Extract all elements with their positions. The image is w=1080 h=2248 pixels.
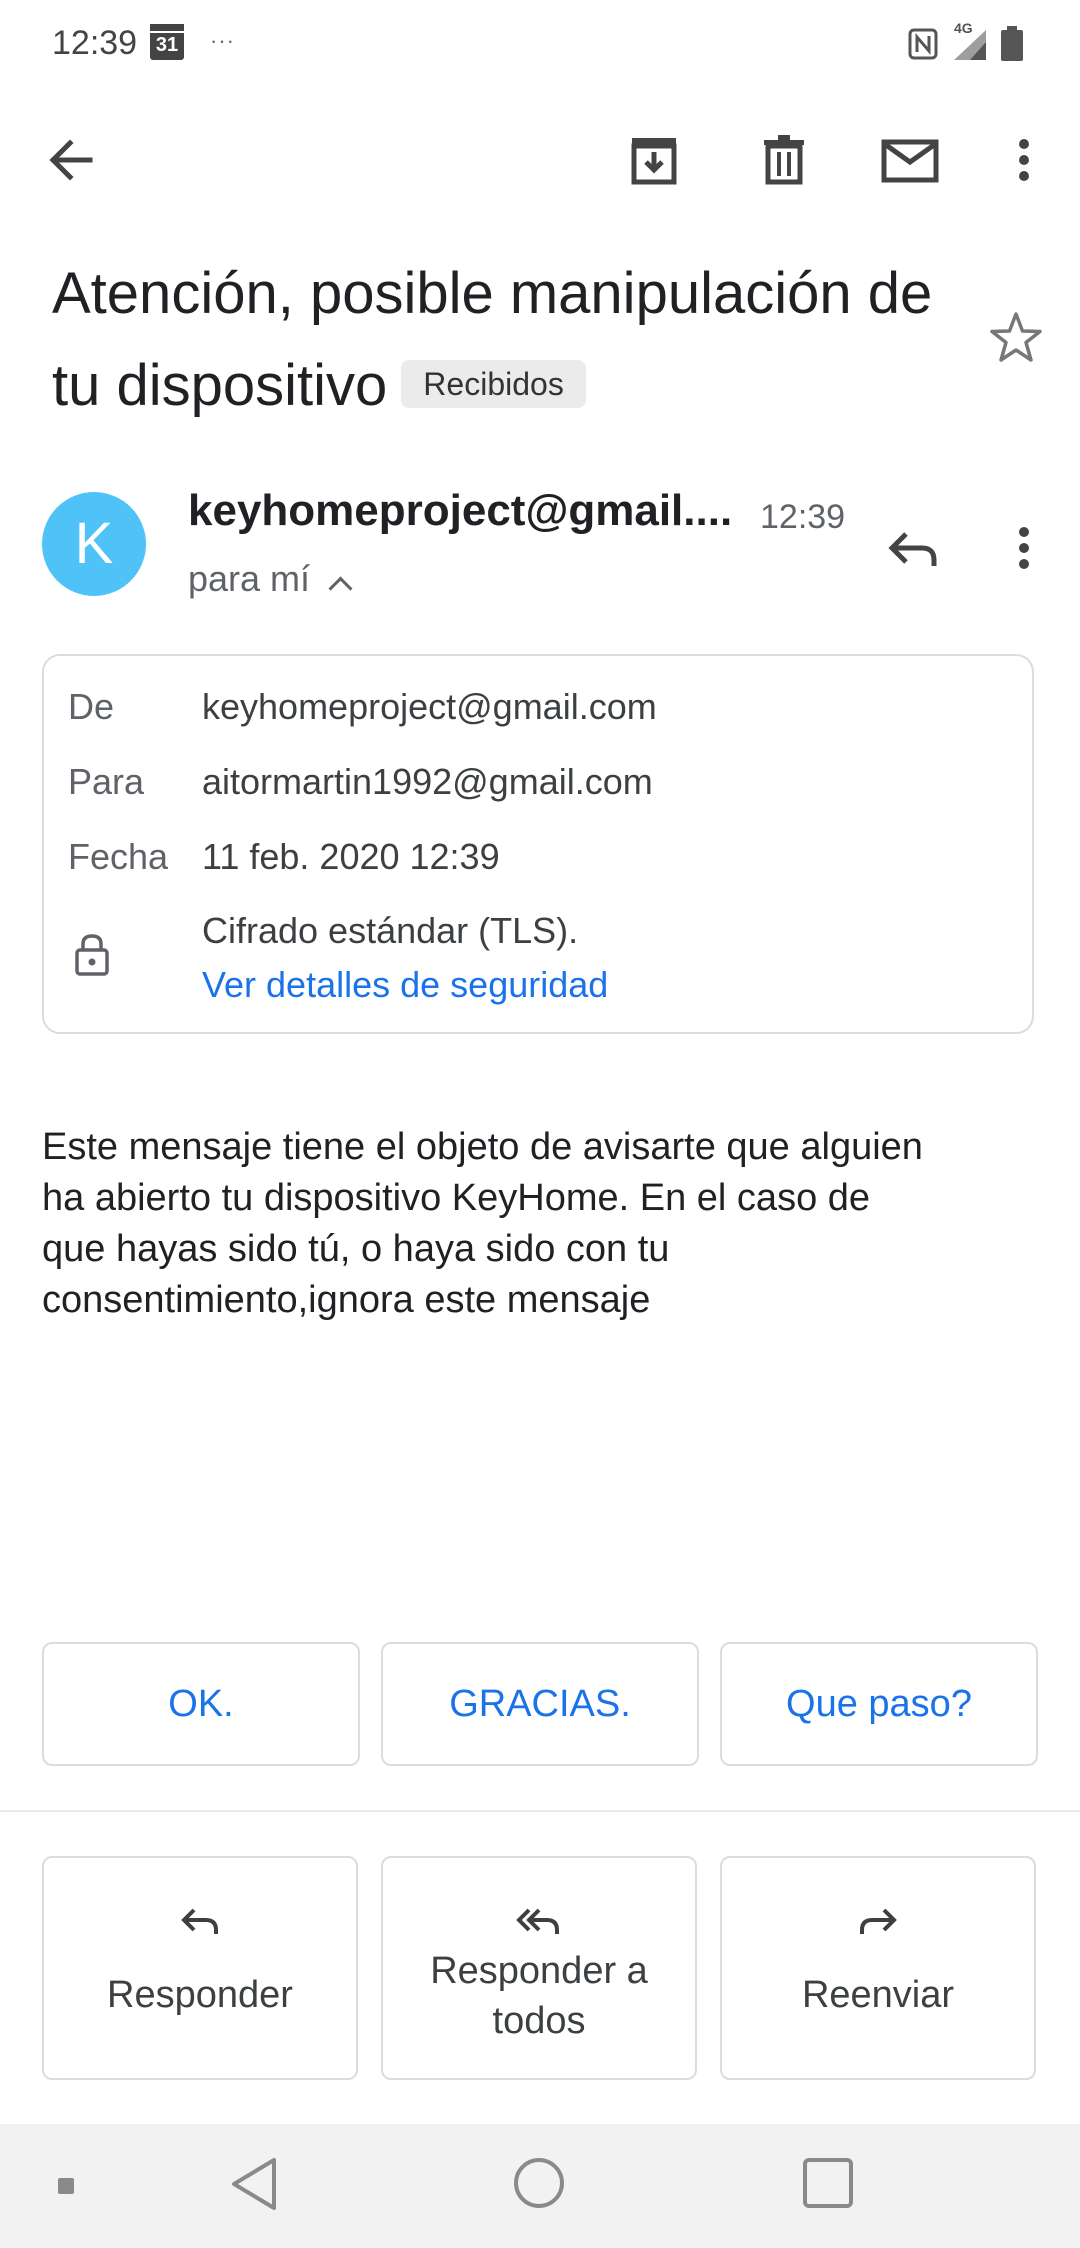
back-button[interactable] [40,128,104,192]
smart-reply-ok[interactable]: OK. [42,1642,360,1766]
from-label: De [68,686,115,727]
forward-icon [854,1898,902,1946]
calendar-icon: 31 [150,24,184,60]
reply-button[interactable]: Responder [42,1856,358,2080]
email-subject: Atención, posible manipulación de tu dis… [52,248,952,432]
archive-button[interactable] [622,128,686,192]
body-line: consentimiento,ignora este mensaje [42,1279,651,1321]
smart-reply-gracias[interactable]: GRACIAS. [381,1642,699,1766]
delete-button[interactable] [752,128,816,192]
date-label: Fecha [68,836,169,877]
divider [0,1810,1080,1812]
more-vert-icon [1019,527,1029,569]
quick-reply-button[interactable] [882,516,946,580]
lock-icon [72,932,112,976]
date-value: 11 feb. 2020 12:39 [202,836,500,877]
label-chip[interactable]: Recibidos [401,359,586,408]
sender-name[interactable]: keyhomeproject@gmail.... [188,486,732,536]
body-line: Este mensaje tiene el objeto de avisarte… [42,1126,923,1168]
nav-home-button[interactable] [514,2158,564,2208]
reply-icon [888,532,937,566]
to-label: Para [68,761,145,802]
archive-icon [631,138,677,185]
reply-icon [176,1898,224,1946]
email-time: 12:39 [760,498,846,536]
calendar-day: 31 [150,24,184,60]
nav-back-icon [232,2158,276,2210]
network-type: 4G [954,20,973,36]
reply-all-label-line2: todos [492,2000,586,2042]
star-button[interactable] [986,308,1046,368]
forward-label: Reenviar [801,1974,955,2016]
forward-button[interactable]: Reenviar [720,1856,1036,2080]
reply-all-icon [515,1898,563,1946]
notification-overflow-icon: ··· [210,28,235,53]
mark-unread-button[interactable] [878,128,942,192]
nav-back-button[interactable] [228,2156,282,2212]
reply-all-label-line1: Responder a [430,1950,648,1992]
nav-menu-icon[interactable] [58,2178,74,2194]
star-icon [990,312,1042,362]
smart-reply-que-paso[interactable]: Que paso? [720,1642,1038,1766]
recipient-toggle[interactable]: para mí [188,558,353,601]
from-value[interactable]: keyhomeproject@gmail.com [202,686,657,728]
more-vert-icon [1019,139,1029,181]
status-time: 12:39 [52,24,138,62]
chevron-up-icon [328,576,353,601]
trash-icon [764,135,804,185]
message-more-button[interactable] [1000,516,1048,580]
mail-icon [881,139,939,183]
battery-icon [1000,26,1024,62]
reply-all-button[interactable]: Responder a todos [381,1856,697,2080]
back-arrow-icon [49,139,93,181]
signal-icon: 4G [950,20,990,62]
reply-label: Responder [107,1974,293,2016]
nfc-icon [908,28,938,60]
body-line: que hayas sido tú, o haya sido con tu [42,1228,670,1270]
sender-avatar[interactable]: K [42,492,146,596]
recipient-summary: para mí [188,558,311,599]
nav-recents-button[interactable] [803,2158,853,2208]
email-body: Este mensaje tiene el objeto de avisarte… [42,1122,1052,1326]
more-options-button[interactable] [1000,128,1048,192]
encryption-info: Cifrado estándar (TLS). [202,910,579,951]
to-value[interactable]: aitormartin1992@gmail.com [202,761,653,803]
body-line: ha abierto tu dispositivo KeyHome. En el… [42,1177,871,1219]
security-details-link[interactable]: Ver detalles de seguridad [202,964,608,1006]
